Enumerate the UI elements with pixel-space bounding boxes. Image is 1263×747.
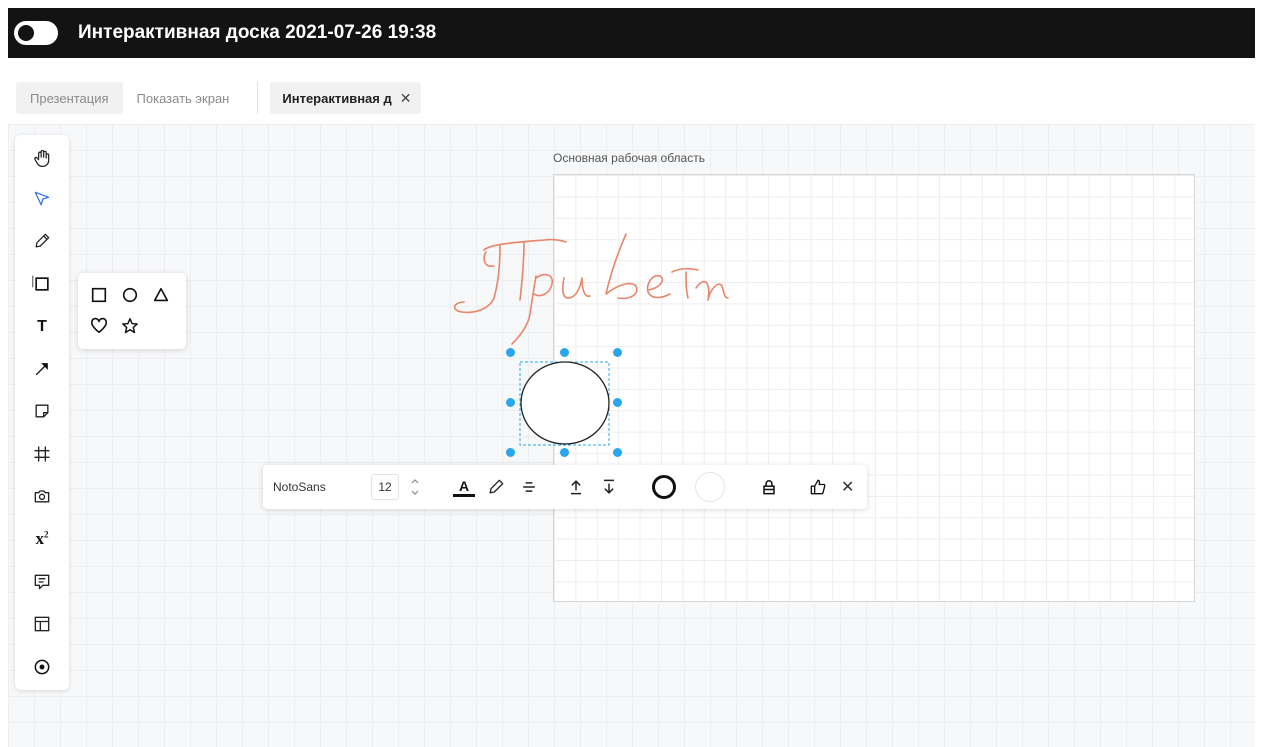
tool-arrow[interactable]	[24, 351, 60, 387]
frame-hash-icon	[34, 446, 50, 462]
star-icon	[122, 318, 138, 334]
lock-button[interactable]	[759, 465, 779, 509]
like-button[interactable]	[808, 465, 828, 509]
tool-pencil[interactable]	[24, 223, 60, 259]
toggle-knob	[18, 25, 34, 41]
bring-forward-icon	[571, 480, 581, 495]
resize-handle-se[interactable]	[613, 448, 622, 457]
align-middle-icon	[523, 482, 535, 492]
pencil-icon	[489, 479, 504, 494]
tab-presentation[interactable]: Презентация	[16, 82, 123, 114]
stepper-arrows-icon	[411, 479, 419, 495]
font-size-stepper[interactable]	[409, 465, 421, 509]
resize-handle-ne[interactable]	[613, 348, 622, 357]
resize-handle-e[interactable]	[613, 398, 622, 407]
send-backward-button[interactable]	[599, 465, 619, 509]
handwriting-stroke[interactable]	[440, 228, 740, 358]
text-icon: T	[37, 318, 47, 335]
shape-square[interactable]	[88, 284, 110, 306]
align-middle-button[interactable]	[519, 465, 539, 509]
tool-formula[interactable]: x2	[24, 521, 60, 557]
square-icon	[91, 287, 107, 303]
tool-select[interactable]	[24, 181, 60, 217]
tools-sidebar: T x2	[15, 135, 69, 690]
tab-whiteboard-label: Интерактивная д	[282, 90, 392, 106]
sticky-note-icon	[35, 404, 49, 418]
triangle-icon	[153, 287, 169, 302]
shape-circle[interactable]	[119, 284, 141, 306]
stroke-style-button[interactable]	[486, 465, 506, 509]
fill-color-swatch	[695, 472, 725, 502]
tab-whiteboard[interactable]: Интерактивная д ✕	[270, 82, 422, 114]
shapes-popover	[78, 273, 186, 349]
shape-triangle[interactable]	[150, 284, 172, 306]
resize-handle-n[interactable]	[560, 348, 569, 357]
comment-icon	[34, 574, 50, 590]
tab-share-screen[interactable]: Показать экран	[123, 82, 244, 114]
close-properties-icon[interactable]: ✕	[841, 465, 854, 509]
laser-pointer-icon	[34, 659, 50, 675]
send-backward-icon	[604, 479, 614, 494]
tool-laser[interactable]	[24, 649, 60, 685]
text-color-button[interactable]: A	[453, 465, 475, 509]
tool-text[interactable]: T	[24, 309, 60, 345]
circle-icon	[122, 287, 138, 303]
stroke-color-button[interactable]	[652, 465, 676, 509]
shape-star[interactable]	[119, 315, 141, 337]
tab-close-icon[interactable]: ✕	[400, 90, 412, 107]
tool-sticky-note[interactable]	[24, 393, 60, 429]
sidebar-toggle[interactable]	[14, 21, 58, 45]
shape-square-icon	[32, 275, 49, 291]
text-color-icon: A	[453, 478, 475, 497]
font-family-select[interactable]: NotoSans	[273, 465, 326, 509]
resize-handle-w[interactable]	[506, 398, 515, 407]
bring-forward-button[interactable]	[566, 465, 586, 509]
board-title: Интерактивная доска 2021-07-26 19:38	[78, 22, 437, 43]
tool-hand[interactable]	[24, 140, 60, 176]
fill-color-button[interactable]	[695, 465, 725, 509]
shape-heart[interactable]	[88, 315, 110, 337]
formula-icon: x2	[35, 529, 49, 548]
arrow-icon	[35, 363, 48, 376]
pencil-icon	[35, 233, 50, 248]
selected-circle[interactable]	[505, 346, 625, 456]
thumbs-up-icon	[810, 479, 826, 495]
template-icon	[34, 616, 50, 632]
hand-icon	[34, 149, 50, 167]
camera-icon	[34, 490, 50, 503]
object-properties-bar: NotoSans 12 A ✕	[263, 465, 867, 509]
tool-template[interactable]	[24, 606, 60, 642]
font-size-field[interactable]: 12	[371, 474, 399, 500]
tool-camera[interactable]	[24, 478, 60, 514]
mode-tabs: Презентация Показать экран Интерактивная…	[16, 82, 422, 114]
tool-comment[interactable]	[24, 564, 60, 600]
lock-icon	[763, 480, 775, 495]
resize-handle-nw[interactable]	[506, 348, 515, 357]
frame-label: Основная рабочая область	[553, 151, 705, 165]
select-arrow-icon	[34, 191, 50, 206]
tool-frame[interactable]	[24, 436, 60, 472]
app-header: Интерактивная доска 2021-07-26 19:38	[8, 8, 1255, 58]
tab-divider	[257, 82, 259, 114]
resize-handle-sw[interactable]	[506, 448, 515, 457]
heart-icon	[90, 317, 108, 334]
stroke-color-swatch	[652, 475, 676, 499]
resize-handle-s[interactable]	[560, 448, 569, 457]
tool-shapes[interactable]	[24, 266, 60, 302]
